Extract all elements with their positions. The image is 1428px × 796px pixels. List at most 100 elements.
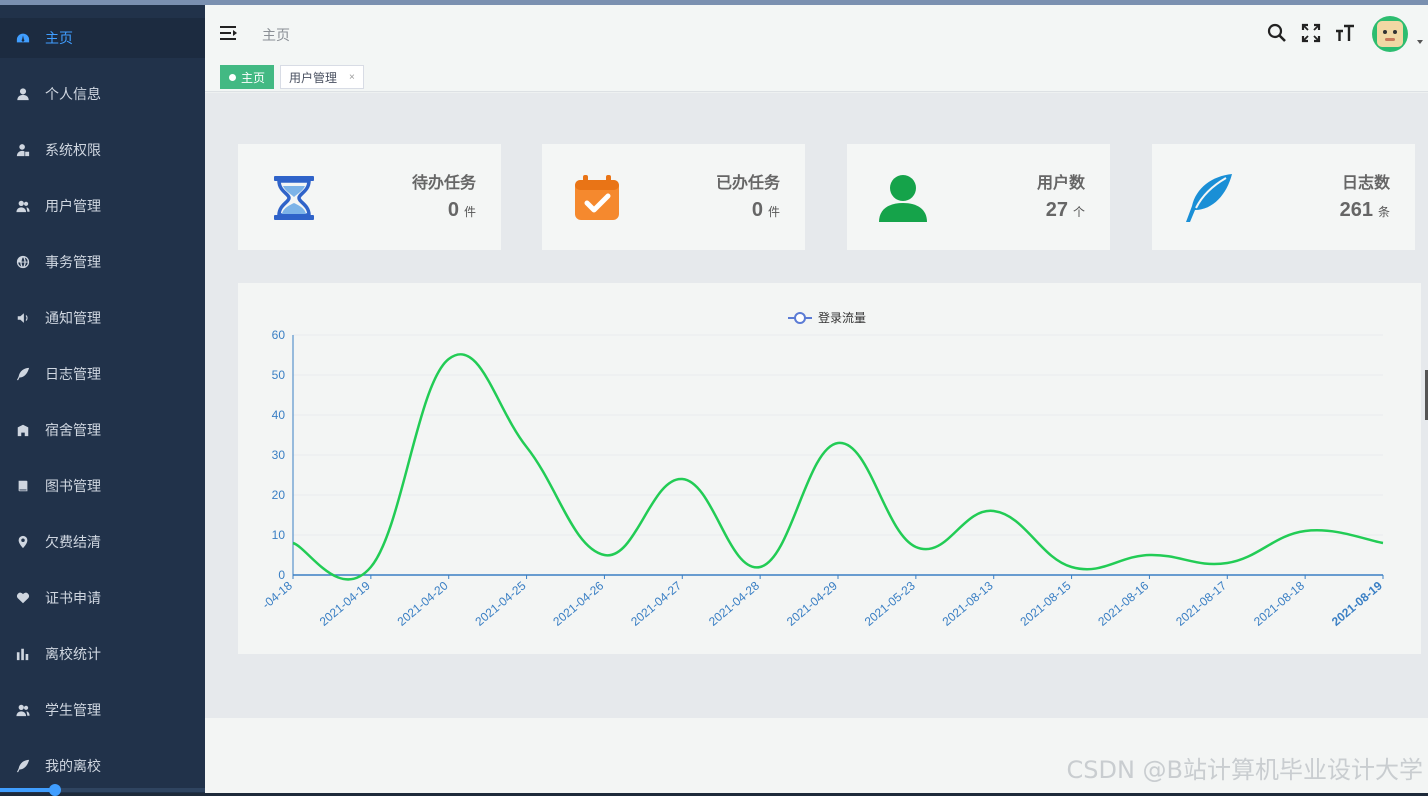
stat-card-logs[interactable]: 日志数 261 条 <box>1152 144 1415 250</box>
sidebar-item-my-leave[interactable]: 我的离校 <box>0 746 205 786</box>
x-tick-label: 2021-04-26 <box>550 578 606 628</box>
stat-card-users[interactable]: 用户数 27 个 <box>847 144 1110 250</box>
y-tick-label: 50 <box>272 368 286 382</box>
calendar-check-icon <box>575 175 619 220</box>
chart-legend[interactable]: 登录流量 <box>788 310 866 325</box>
watermark: CSDN @B站计算机毕业设计大学 <box>1066 756 1423 784</box>
x-tick-label: -04-18 <box>259 578 295 611</box>
footer-area: CSDN @B站计算机毕业设计大学 <box>205 718 1428 793</box>
x-tick-label: 2021-08-15 <box>1017 578 1073 628</box>
fullscreen-icon[interactable] <box>1301 23 1321 43</box>
sidebar-item-leave-stats[interactable]: 离校统计 <box>0 634 205 674</box>
sidebar-item-label: 个人信息 <box>45 86 101 102</box>
sidebar-item-label: 系统权限 <box>45 142 101 158</box>
tab-label: 主页 <box>241 70 266 85</box>
x-tick-label: 2021-04-27 <box>628 578 684 628</box>
y-tick-label: 10 <box>272 528 286 542</box>
sidebar-item-affairs[interactable]: 事务管理 <box>0 242 205 282</box>
bar-chart-icon <box>15 646 31 662</box>
tab-home[interactable]: 主页 <box>220 65 275 89</box>
card-value: 0件 <box>447 199 476 221</box>
top-header: 主页 <box>205 5 1428 60</box>
person-icon <box>879 175 927 222</box>
active-dot-icon <box>229 73 236 81</box>
location-icon <box>15 534 31 550</box>
sidebar-item-logs[interactable]: 日志管理 <box>0 354 205 394</box>
x-tick-label: 2021-04-19 <box>317 578 373 628</box>
card-value: 27 个 <box>1045 199 1085 221</box>
sidebar-item-permissions[interactable]: 系统权限 <box>0 130 205 170</box>
x-tick-label: 2021-08-18 <box>1251 578 1307 628</box>
login-traffic-chart: 登录流量 0 10 20 30 40 50 60 -04-18 2021-04-19 2021-… <box>238 283 1421 654</box>
font-size-icon[interactable] <box>1335 23 1355 43</box>
feather-icon <box>1186 174 1232 222</box>
sidebar-item-profile[interactable]: 个人信息 <box>0 74 205 114</box>
tab-user-management[interactable]: 用户管理 × <box>280 65 364 89</box>
menu-toggle-icon[interactable] <box>220 25 238 41</box>
sidebar-item-label: 通知管理 <box>45 310 101 326</box>
breadcrumb[interactable]: 主页 <box>262 25 290 45</box>
x-tick-label: 2021-04-28 <box>706 578 762 628</box>
line-chart: 登录流量 0102030405060 -04-18 2021-04-19 2021-… <box>259 310 1385 629</box>
dashboard-icon <box>15 30 31 46</box>
y-axis: 0102030405060 <box>272 328 294 582</box>
stat-card-done[interactable]: 已办任务 0件 <box>542 144 805 250</box>
sidebar: 主页 个人信息 系统权限 用户管理 事务管理 通知管理 日志管理 宿舍管理 图书… <box>0 5 205 796</box>
sidebar-item-label: 我的离校 <box>45 758 101 774</box>
legend-label: 登录流量 <box>818 310 866 325</box>
chart-grid <box>293 334 1383 536</box>
search-icon[interactable] <box>1267 23 1287 43</box>
globe-icon <box>15 254 31 270</box>
x-tick-label: 2021-04-29 <box>784 578 840 628</box>
series-line-login-traffic <box>292 353 1384 581</box>
sidebar-item-label: 图书管理 <box>45 478 101 494</box>
x-tick-label: 2021-08-19 <box>1329 578 1385 628</box>
loading-progress <box>0 784 205 796</box>
main-area: 主页 主页 用户管理 × 待办任务 0 件 已办任务 0 件 用户数 27 个 … <box>205 5 1428 793</box>
tab-label: 用户管理 <box>289 70 338 85</box>
y-tick-label: 30 <box>272 448 286 462</box>
user-lock-icon <box>15 142 31 158</box>
dashboard-content: 待办任务 0件 已办任务 0件 用户数 27 个 日志数 261 条 登录流量 … <box>205 93 1428 718</box>
y-tick-label: 40 <box>272 408 286 422</box>
sidebar-item-library[interactable]: 图书管理 <box>0 466 205 506</box>
sidebar-item-label: 离校统计 <box>45 646 101 662</box>
x-tick-label: 2021-08-13 <box>940 578 996 628</box>
sidebar-item-home[interactable]: 主页 <box>0 18 205 58</box>
card-title: 日志数 <box>1341 175 1390 192</box>
x-tick-label: 2021-04-25 <box>472 578 528 628</box>
x-axis: -04-18 2021-04-19 2021-04-20 2021-04-25 2021… <box>259 574 1385 629</box>
sidebar-item-label: 学生管理 <box>45 702 101 718</box>
close-icon[interactable]: × <box>349 72 355 83</box>
card-title: 已办任务 <box>715 175 780 192</box>
x-tick-label: 2021-08-17 <box>1173 578 1229 628</box>
card-value: 0件 <box>751 199 780 221</box>
sidebar-item-fees[interactable]: 欠费结清 <box>0 522 205 562</box>
user-icon <box>15 86 31 102</box>
stat-card-todo[interactable]: 待办任务 0件 <box>238 144 501 250</box>
sidebar-item-label: 用户管理 <box>45 198 101 214</box>
sidebar-item-certificates[interactable]: 证书申请 <box>0 578 205 618</box>
sidebar-item-label: 证书申请 <box>45 590 101 606</box>
certificate-icon <box>15 590 31 606</box>
x-tick-label: 2021-05-23 <box>862 578 918 628</box>
feather-icon <box>15 758 31 774</box>
card-title: 用户数 <box>1036 175 1085 192</box>
sidebar-item-students[interactable]: 学生管理 <box>0 690 205 730</box>
y-tick-label: 20 <box>272 488 286 502</box>
book-icon <box>15 478 31 494</box>
speaker-icon <box>15 310 31 326</box>
building-icon <box>15 422 31 438</box>
tags-view: 主页 用户管理 × <box>205 60 1428 92</box>
sidebar-item-label: 日志管理 <box>45 366 101 382</box>
avatar[interactable] <box>1372 16 1408 52</box>
sidebar-item-label: 宿舍管理 <box>45 422 101 438</box>
users-icon <box>15 702 31 718</box>
sidebar-item-user-management[interactable]: 用户管理 <box>0 186 205 226</box>
card-value: 261 条 <box>1339 199 1390 221</box>
chevron-down-icon[interactable] <box>1417 40 1423 44</box>
sidebar-item-notifications[interactable]: 通知管理 <box>0 298 205 338</box>
sidebar-item-dormitory[interactable]: 宿舍管理 <box>0 410 205 450</box>
sidebar-item-label: 事务管理 <box>45 254 101 270</box>
y-tick-label: 60 <box>272 328 286 342</box>
